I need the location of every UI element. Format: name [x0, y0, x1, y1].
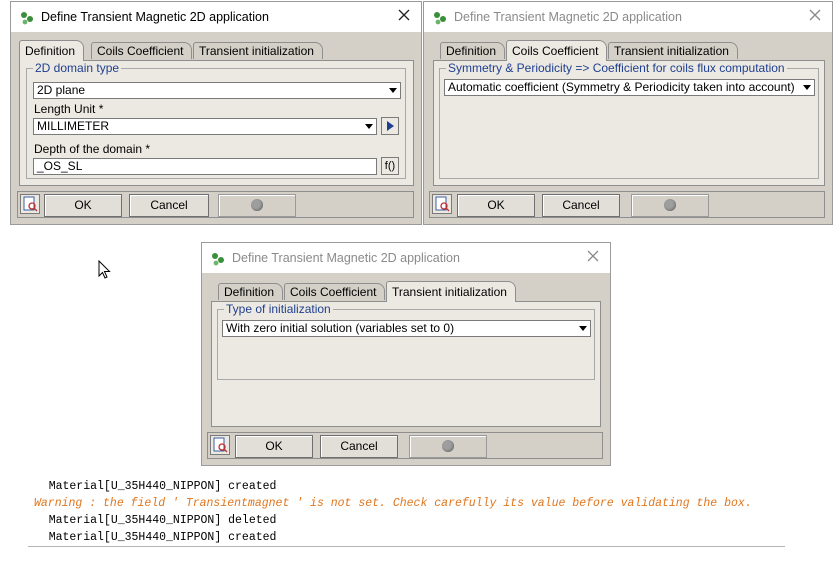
- tab-coils-coefficient[interactable]: Coils Coefficient: [284, 283, 386, 300]
- cancel-button[interactable]: Cancel: [542, 194, 620, 217]
- tab-panel: 2D domain type 2D plane Length Unit * MI…: [19, 60, 414, 186]
- disabled-indicator-icon: [442, 439, 454, 452]
- dialog-title: Define Transient Magnetic 2D application: [41, 10, 269, 24]
- select-value: 2D plane: [37, 83, 86, 97]
- help-icon: [213, 437, 228, 453]
- close-icon: [398, 9, 410, 21]
- log-line-info: Material[U_35H440_NIPPON] deleted: [28, 514, 277, 527]
- select-value: MILLIMETER: [37, 119, 110, 133]
- dialog-coils-coefficient: Define Transient Magnetic 2D application…: [423, 1, 833, 225]
- ok-button[interactable]: OK: [235, 435, 313, 458]
- ok-button[interactable]: OK: [44, 194, 122, 217]
- flux-app-icon: [434, 12, 446, 25]
- status-indicator-button: [631, 194, 709, 217]
- length-unit-label: Length Unit *: [34, 102, 104, 116]
- formula-button[interactable]: f(): [381, 157, 399, 175]
- title-bar[interactable]: Define Transient Magnetic 2D application: [424, 2, 832, 32]
- mouse-cursor-icon: [98, 260, 111, 279]
- depth-input[interactable]: _OS_SL: [33, 158, 377, 175]
- close-icon: [809, 9, 821, 21]
- cancel-button[interactable]: Cancel: [129, 194, 209, 217]
- dialog-title: Define Transient Magnetic 2D application: [232, 251, 460, 265]
- tab-panel: Type of initialization With zero initial…: [211, 301, 601, 427]
- dialog-definition: Define Transient Magnetic 2D application…: [10, 1, 422, 225]
- help-button[interactable]: [210, 435, 230, 455]
- tab-panel: Symmetry & Periodicity => Coefficient fo…: [433, 60, 825, 186]
- length-unit-select[interactable]: MILLIMETER: [33, 118, 377, 135]
- ok-button[interactable]: OK: [457, 194, 535, 217]
- help-icon: [435, 196, 450, 212]
- initialization-select[interactable]: With zero initial solution (variables se…: [222, 320, 591, 337]
- depth-label: Depth of the domain *: [34, 142, 151, 156]
- chevron-down-icon: [579, 326, 587, 331]
- domain-type-select[interactable]: 2D plane: [33, 82, 401, 99]
- help-icon: [23, 196, 38, 212]
- play-arrow-icon: [387, 121, 394, 131]
- select-value: With zero initial solution (variables se…: [226, 321, 455, 335]
- tab-definition[interactable]: Definition: [440, 42, 506, 59]
- log-line-info: Material[U_35H440_NIPPON] created: [28, 480, 277, 493]
- cancel-button[interactable]: Cancel: [320, 435, 398, 458]
- console-log: Material[U_35H440_NIPPON] created Warnin…: [28, 477, 785, 547]
- tab-transient-initialization[interactable]: Transient initialization: [386, 281, 516, 302]
- tab-transient-initialization[interactable]: Transient initialization: [193, 42, 323, 59]
- status-indicator-button: [218, 194, 296, 217]
- group-legend: 2D domain type: [35, 61, 120, 75]
- flux-app-icon: [21, 12, 33, 25]
- flux-app-icon: [212, 253, 224, 266]
- length-unit-go-button[interactable]: [381, 117, 399, 135]
- coefficient-select[interactable]: Automatic coefficient (Symmetry & Period…: [444, 79, 815, 96]
- dialog-transient-initialization: Define Transient Magnetic 2D application…: [201, 242, 611, 466]
- chevron-down-icon: [803, 85, 811, 90]
- tab-coils-coefficient[interactable]: Coils Coefficient: [91, 42, 193, 59]
- dialog-body: Definition Coils Coefficient Transient i…: [202, 273, 610, 465]
- group-legend: Type of initialization: [226, 302, 331, 316]
- status-indicator-button: [409, 435, 487, 458]
- dialog-title: Define Transient Magnetic 2D application: [454, 10, 682, 24]
- tab-coils-coefficient[interactable]: Coils Coefficient: [506, 40, 608, 61]
- close-button[interactable]: [584, 247, 602, 265]
- help-button[interactable]: [20, 194, 40, 214]
- title-bar[interactable]: Define Transient Magnetic 2D application: [202, 243, 610, 273]
- disabled-indicator-icon: [664, 198, 676, 211]
- chevron-down-icon: [389, 88, 397, 93]
- tab-definition[interactable]: Definition: [19, 40, 85, 61]
- group-legend: Symmetry & Periodicity => Coefficient fo…: [448, 61, 785, 75]
- dialog-body: Definition Coils Coefficient Transient i…: [424, 32, 832, 224]
- dialog-body: Definition Coils Coefficient Transient i…: [11, 32, 421, 224]
- help-button[interactable]: [432, 194, 452, 214]
- close-button[interactable]: [395, 6, 413, 24]
- chevron-down-icon: [365, 124, 373, 129]
- close-icon: [587, 250, 599, 262]
- log-line-warning: Warning : the field ' Transientmagnet ' …: [34, 497, 752, 510]
- title-bar[interactable]: Define Transient Magnetic 2D application: [11, 2, 421, 32]
- initialization-group: Type of initialization: [217, 302, 595, 380]
- tab-definition[interactable]: Definition: [218, 283, 284, 300]
- close-button[interactable]: [806, 6, 824, 24]
- select-value: Automatic coefficient (Symmetry & Period…: [448, 80, 795, 94]
- tab-transient-initialization[interactable]: Transient initialization: [608, 42, 738, 59]
- log-line-info: Material[U_35H440_NIPPON] created: [28, 531, 277, 544]
- disabled-indicator-icon: [251, 198, 263, 211]
